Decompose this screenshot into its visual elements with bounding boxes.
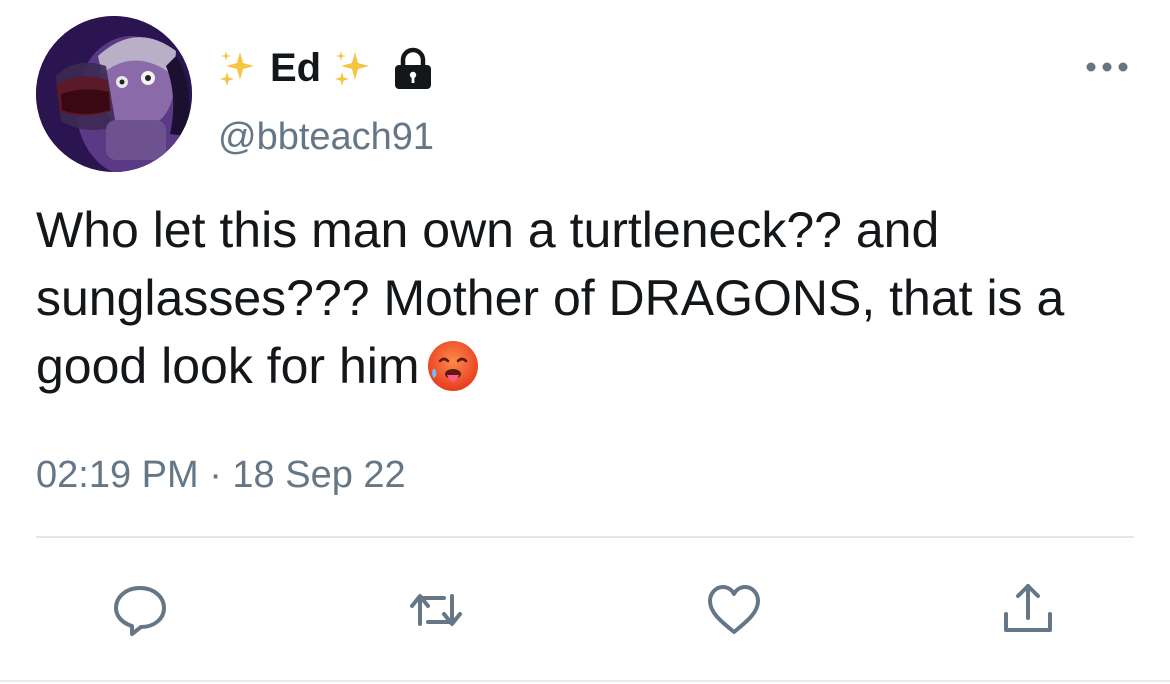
sparkles-icon [220,51,254,86]
retweet-button[interactable] [404,578,468,642]
tweet-text-content: Who let this man own a turtleneck?? and … [36,202,1065,394]
reply-icon [114,586,166,636]
avatar[interactable] [36,16,192,172]
name-row: Ed [218,38,435,98]
retweet-icon [410,594,462,626]
avatar-image [36,16,192,172]
share-button[interactable] [996,578,1060,642]
hot-face-emoji [427,341,478,391]
heart-icon [708,585,760,634]
reply-button[interactable] [108,578,172,642]
user-handle[interactable]: @bbteach91 [218,118,434,156]
timestamp[interactable]: 02:19 PM · 18 Sep 22 [36,456,406,494]
divider [36,536,1134,538]
lock-icon [395,47,432,89]
like-button[interactable] [702,578,766,642]
tweet-text: Who let this man own a turtleneck?? and … [36,196,1136,400]
share-icon [1004,584,1052,632]
more-icon [1086,62,1128,72]
action-bar [0,578,1170,648]
more-button[interactable] [1080,52,1134,82]
display-name[interactable]: Ed [268,48,323,88]
bottom-divider [0,680,1170,682]
tweet-card: Ed @bbteach91 Who let this man own a tur… [0,0,1170,684]
sparkles-icon [335,51,370,86]
